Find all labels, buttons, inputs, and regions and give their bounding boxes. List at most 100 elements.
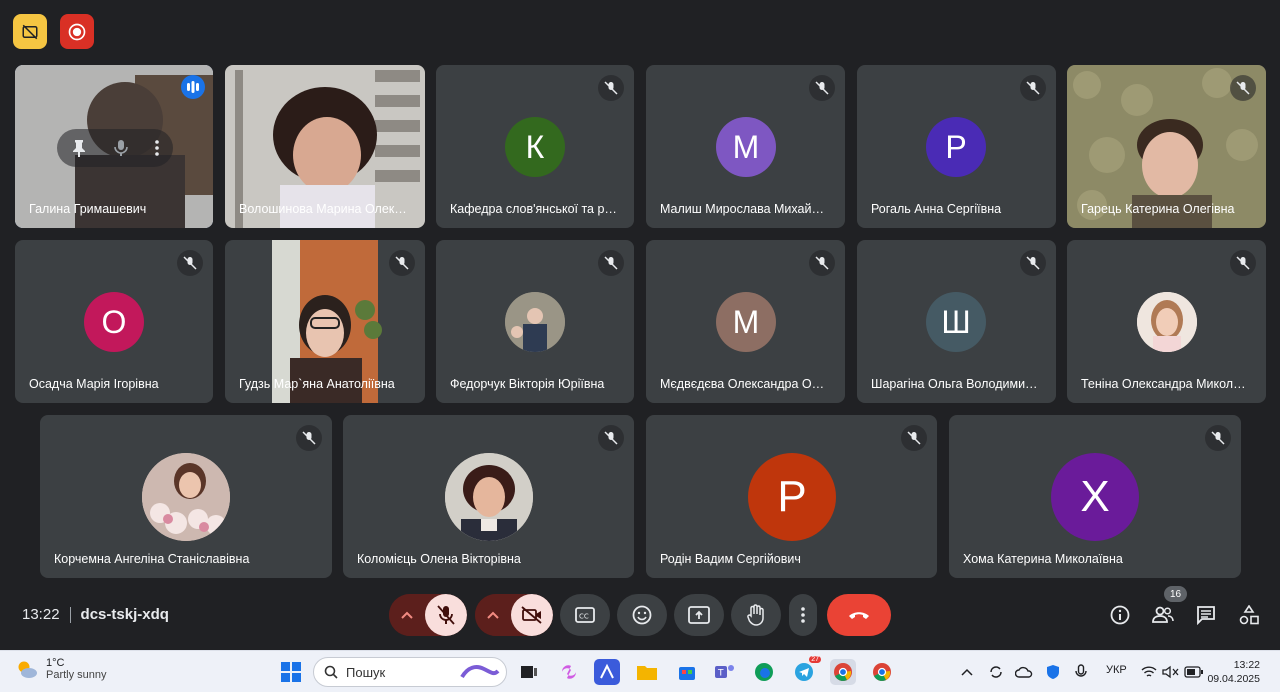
present-icon (688, 606, 710, 624)
participant-name: Гудзь Мар`яна Анатоліївна (239, 377, 395, 391)
participant-name: Рогаль Анна Сергіївна (871, 202, 1002, 216)
store-button[interactable] (674, 659, 700, 685)
cloud-icon[interactable] (1015, 666, 1033, 678)
camera-off-icon (521, 606, 542, 624)
camera-toggle-button[interactable] (511, 594, 553, 636)
participant-name: Осадча Марія Ігорівна (29, 377, 159, 391)
sync-icon[interactable] (988, 664, 1004, 680)
audio-options-button[interactable] (389, 594, 425, 636)
closed-captions-icon: CC (575, 607, 595, 623)
participant-tile[interactable]: О Осадча Марія Ігорівна (15, 240, 213, 403)
record-icon (68, 23, 86, 40)
partly-sunny-icon (18, 661, 37, 678)
participant-photo (142, 453, 230, 541)
participant-tile[interactable]: Корчемна Ангеліна Станіславівна (40, 415, 332, 578)
mic-off-icon (1020, 75, 1046, 101)
taskbar-search[interactable]: Пошук (313, 657, 507, 687)
chrome-icon (873, 663, 891, 681)
video-options-button[interactable] (475, 594, 511, 636)
participant-name: Мєдвєдєва Олександра О… (660, 377, 825, 391)
copilot-button[interactable] (556, 659, 582, 685)
participant-avatar: Р (748, 453, 836, 541)
more-vert-icon (801, 607, 805, 623)
meeting-time: 13:22 (22, 606, 60, 623)
participant-avatar: О (84, 292, 144, 352)
windows-logo-icon (281, 662, 301, 682)
participant-tile[interactable]: Федорчук Вікторія Юріївна (436, 240, 634, 403)
task-view-button[interactable] (516, 659, 542, 685)
windows-taskbar: 1°C Partly sunny Пошук T 27 УКР 13:22 09… (0, 650, 1280, 692)
participant-tile[interactable]: Р Родін Вадим Сергійович (646, 415, 937, 578)
speaking-indicator-icon (181, 75, 205, 99)
microphone-icon[interactable] (1075, 664, 1087, 680)
more-options-button[interactable] (789, 594, 817, 636)
chevron-up-icon (401, 611, 413, 619)
start-button[interactable] (278, 659, 304, 685)
participant-name: Родін Вадим Сергійович (660, 552, 801, 566)
leave-call-button[interactable] (827, 594, 891, 636)
participant-tile[interactable]: Теніна Олександра Микол… (1067, 240, 1266, 403)
participant-tile[interactable]: Коломієць Олена Вікторівна (343, 415, 634, 578)
mic-toggle-button[interactable] (425, 594, 467, 636)
participant-name: Федорчук Вікторія Юріївна (450, 377, 605, 391)
participant-tile[interactable]: К Кафедра слов'янської та р… (436, 65, 634, 228)
raise-hand-button[interactable] (731, 594, 781, 636)
participant-tile[interactable]: М Малиш Мирослава Михай… (646, 65, 845, 228)
participant-tile[interactable]: Х Хома Катерина Миколаївна (949, 415, 1241, 578)
chevron-up-icon (487, 611, 499, 619)
participant-tile[interactable]: М Мєдвєдєва Олександра О… (646, 240, 845, 403)
activities-button[interactable] (1237, 603, 1261, 627)
captions-off-button[interactable] (13, 14, 47, 49)
mic-off-icon (809, 75, 835, 101)
search-placeholder: Пошук (346, 664, 386, 680)
weather-widget[interactable]: 1°C Partly sunny (16, 657, 107, 681)
call-end-icon (849, 612, 869, 619)
participant-tile[interactable]: Гарець Катерина Олегівна (1067, 65, 1266, 228)
present-screen-button[interactable] (674, 594, 724, 636)
teams-button[interactable]: T (712, 659, 738, 685)
svg-text:CC: CC (579, 613, 589, 621)
participant-tile[interactable]: Гудзь Мар`яна Анатоліївна (225, 240, 425, 403)
activities-icon (1239, 605, 1259, 625)
edge-button[interactable] (751, 659, 777, 685)
chevron-up-icon[interactable] (961, 668, 973, 676)
language-indicator[interactable]: УКР (1106, 664, 1127, 676)
participant-tile[interactable]: Р Рогаль Анна Сергіївна (857, 65, 1056, 228)
meeting-details-button[interactable] (1108, 603, 1132, 627)
participant-avatar: Х (1051, 453, 1139, 541)
search-highlight-icon (460, 665, 500, 679)
telegram-badge: 27 (809, 656, 821, 663)
participant-tile[interactable]: Ш Шарагіна Ольга Володими… (857, 240, 1056, 403)
captions-button[interactable]: CC (560, 594, 610, 636)
chrome-button[interactable] (830, 659, 856, 685)
recording-button[interactable] (60, 14, 94, 49)
telegram-button[interactable]: 27 (791, 656, 821, 685)
speaker-muted-icon[interactable] (1162, 665, 1180, 679)
mic-control (389, 594, 467, 636)
mic-icon[interactable] (114, 139, 128, 157)
weather-temperature: 1°C (46, 657, 65, 669)
people-count-badge: 16 (1164, 586, 1187, 602)
mic-off-icon (598, 250, 624, 276)
app-button[interactable] (594, 659, 620, 685)
shield-icon[interactable] (1045, 664, 1061, 680)
participant-tile[interactable]: Волошинова Марина Олек… (225, 65, 425, 228)
battery-icon[interactable] (1184, 666, 1204, 678)
chrome-profile-button[interactable] (869, 659, 895, 685)
participant-name: Гарець Катерина Олегівна (1081, 202, 1235, 216)
reactions-button[interactable] (617, 594, 667, 636)
info-icon (1110, 605, 1130, 625)
weather-condition: Partly sunny (46, 669, 107, 681)
chat-button[interactable] (1194, 603, 1218, 627)
participant-tile[interactable]: Галина Гримашевич (15, 65, 213, 228)
mic-off-icon (296, 425, 322, 451)
system-clock[interactable]: 13:22 09.04.2025 (1207, 658, 1260, 686)
wifi-icon[interactable] (1141, 665, 1157, 679)
more-icon[interactable] (155, 140, 160, 156)
pin-icon[interactable] (71, 139, 87, 157)
mic-off-icon (437, 605, 455, 625)
file-explorer-button[interactable] (634, 659, 660, 685)
meeting-info: 13:22 dcs-tskj-xdq (22, 606, 169, 623)
participant-avatar: К (505, 117, 565, 177)
people-button[interactable] (1151, 603, 1175, 627)
